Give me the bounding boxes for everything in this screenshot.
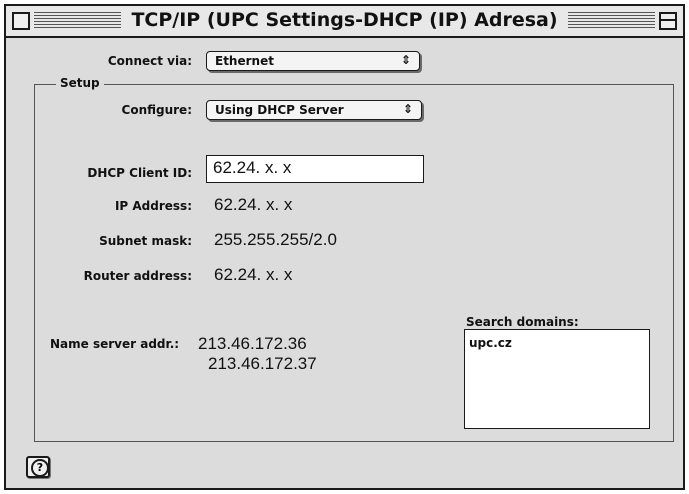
help-button[interactable]: ? [26, 456, 50, 478]
popup-arrows-icon: ⇕ [400, 53, 411, 67]
configure-value: Using DHCP Server [215, 103, 344, 117]
dhcp-client-id-label: DHCP Client ID: [87, 166, 192, 180]
router-address-value: 62.24. x. x [214, 265, 293, 284]
zoom-box-icon[interactable] [659, 12, 677, 30]
subnet-mask-label: Subnet mask: [99, 234, 192, 248]
connect-via-popup[interactable]: Ethernet ⇕ [206, 51, 420, 71]
configure-label: Configure: [121, 103, 192, 117]
tcpip-window: TCP/IP (UPC Settings-DHCP (IP) Adresa) C… [4, 4, 685, 490]
subnet-mask-value: 255.255.255/2.0 [214, 230, 337, 249]
search-domains-label: Search domains: [466, 315, 579, 329]
connect-via-value: Ethernet [215, 54, 274, 68]
name-server-2: 213.46.172.37 [208, 354, 317, 373]
name-server-label: Name server addr.: [50, 337, 180, 351]
window-title-wrap: TCP/IP (UPC Settings-DHCP (IP) Adresa) [6, 9, 683, 31]
title-bar[interactable]: TCP/IP (UPC Settings-DHCP (IP) Adresa) [6, 6, 683, 38]
window-title: TCP/IP (UPC Settings-DHCP (IP) Adresa) [121, 9, 568, 31]
name-server-1: 213.46.172.36 [198, 334, 307, 353]
ip-address-label: IP Address: [114, 199, 192, 213]
dhcp-client-id-field[interactable]: 62.24. x. x [206, 155, 424, 183]
popup-arrows-icon: ⇕ [402, 102, 413, 116]
ip-address-value: 62.24. x. x [214, 195, 293, 214]
name-server-list: 213.46.172.36 213.46.172.37 [198, 334, 317, 374]
connect-via-label: Connect via: [107, 54, 192, 68]
configure-popup[interactable]: Using DHCP Server ⇕ [206, 100, 422, 120]
help-icon: ? [31, 459, 49, 477]
search-domains-field[interactable]: upc.cz [464, 329, 650, 429]
setup-legend: Setup [56, 76, 104, 90]
router-address-label: Router address: [83, 269, 192, 283]
